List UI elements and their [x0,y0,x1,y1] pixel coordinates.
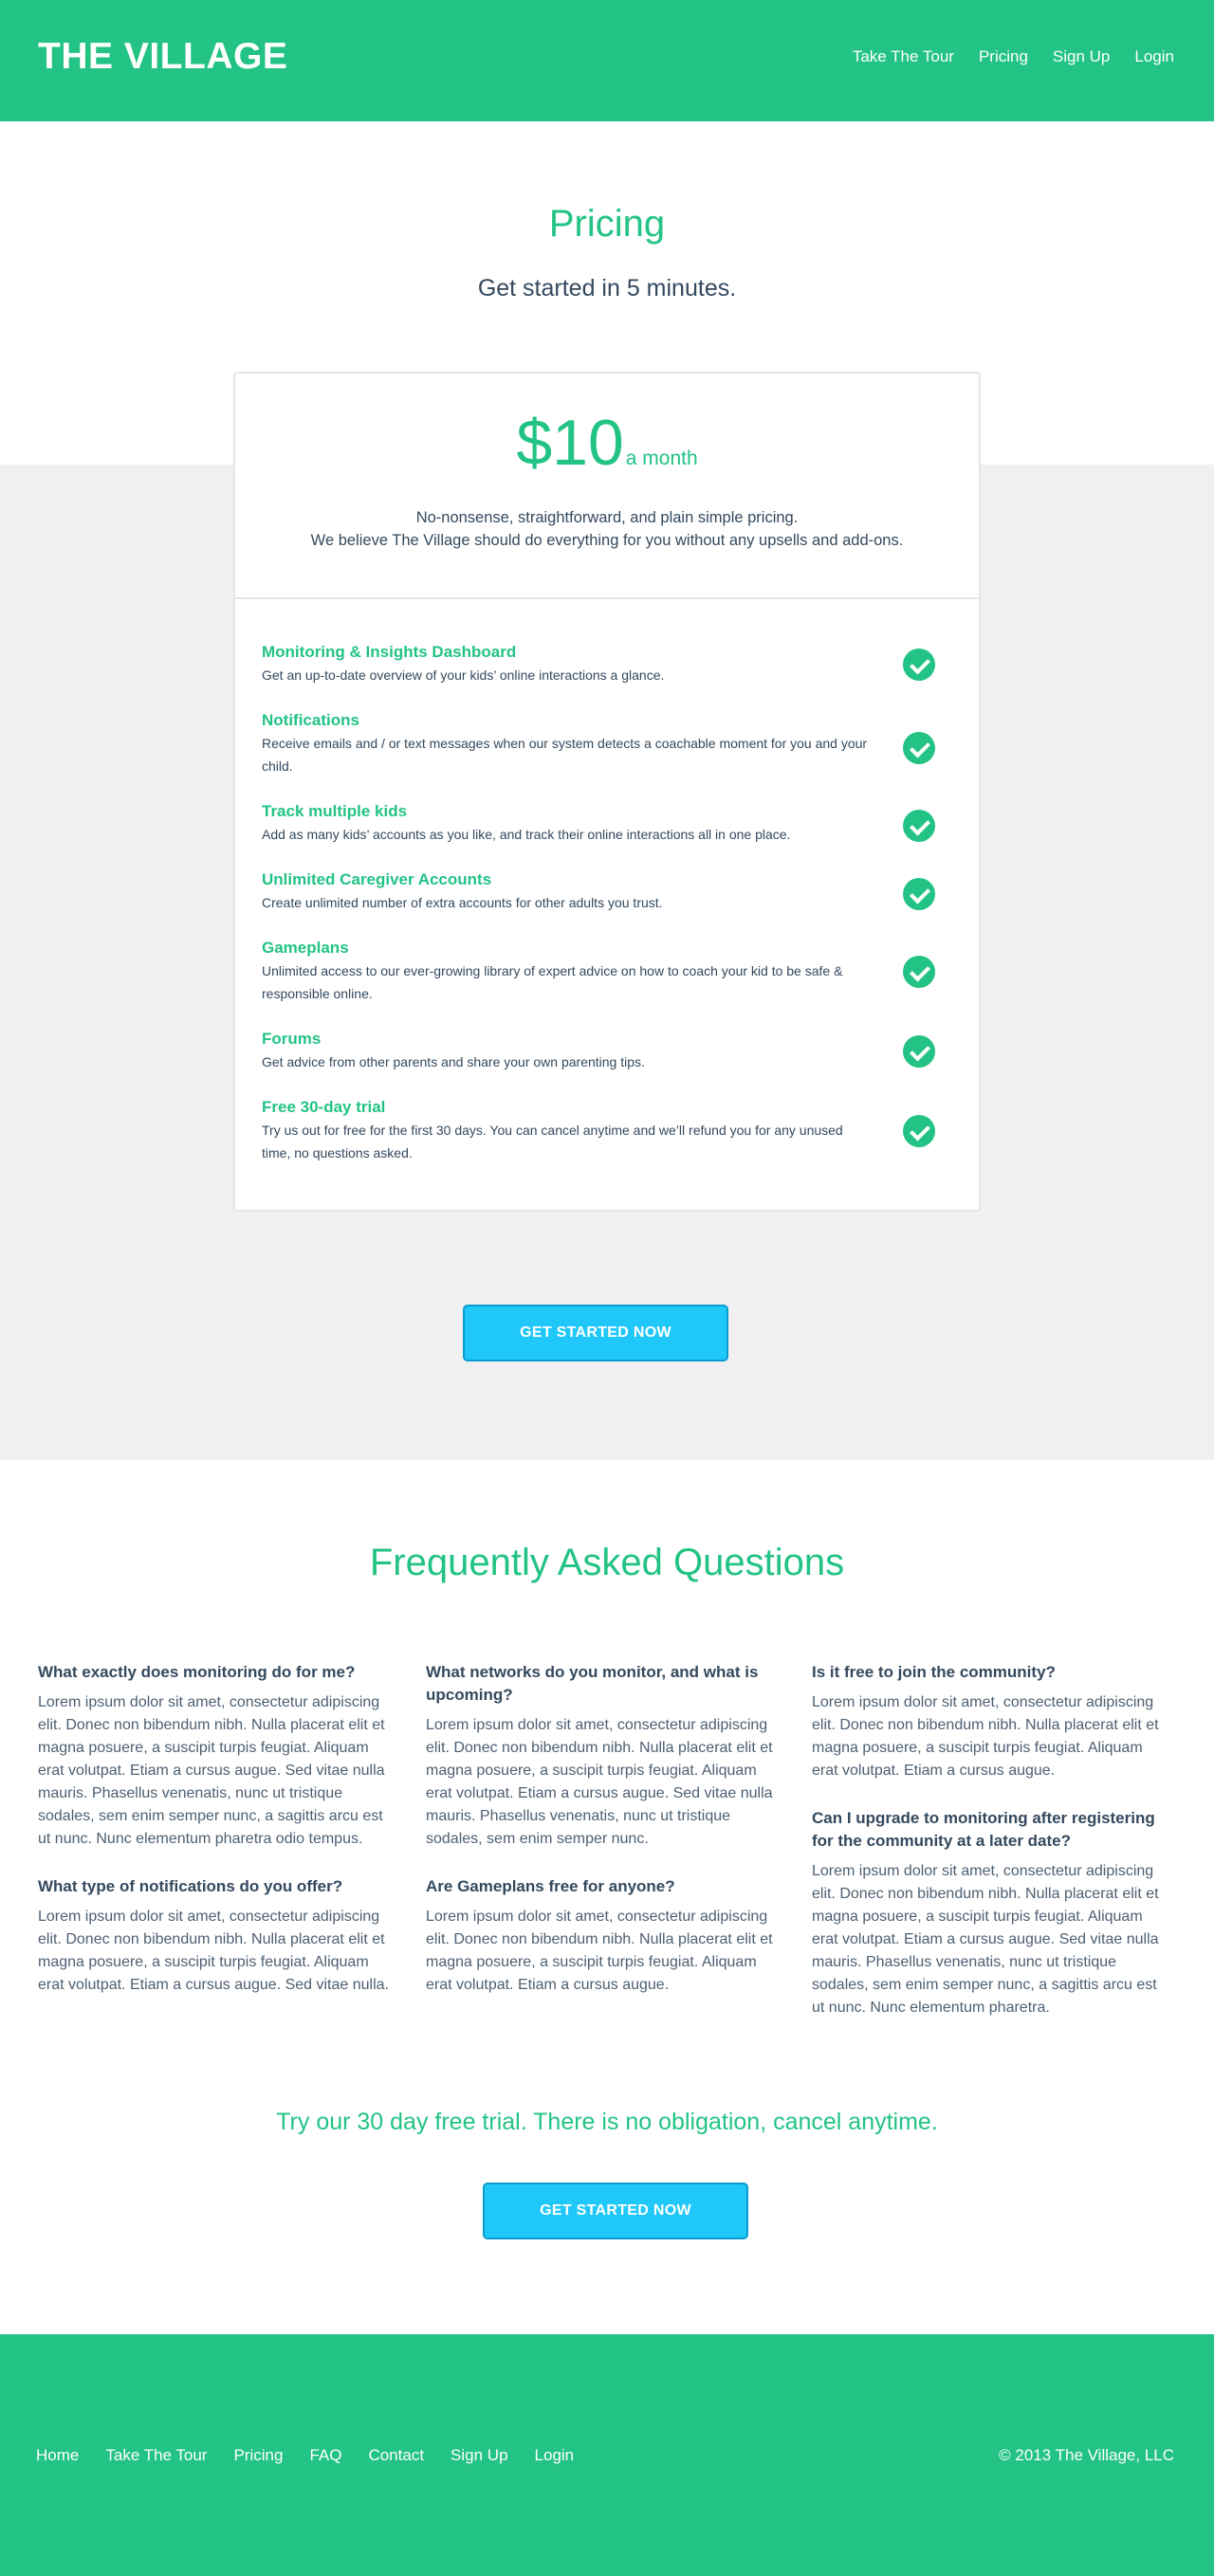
feature-item: Unlimited Caregiver Accounts Create unli… [262,868,956,937]
price-description-line-2: We believe The Village should do everyth… [310,532,904,549]
faq-column-2: What networks do you monitor, and what i… [426,1661,786,2021]
footer-link-home[interactable]: Home [36,2446,79,2465]
feature-item: Track multiple kids Add as many kids’ ac… [262,800,956,868]
feature-title: Notifications [262,711,359,729]
feature-description: Get an up-to-date overview of your kids’… [262,667,665,683]
nav-pricing[interactable]: Pricing [979,47,1028,66]
check-icon [903,1035,935,1068]
footer-link-take-the-tour[interactable]: Take The Tour [105,2446,207,2465]
faq-answer: Lorem ipsum dolor sit amet, consectetur … [426,1717,773,1847]
feature-title: Gameplans [262,939,349,957]
feature-description: Try us out for free for the first 30 day… [262,1123,843,1160]
feature-title: Free 30-day trial [262,1098,386,1116]
footer-link-contact[interactable]: Contact [368,2446,424,2465]
faq-answer: Lorem ipsum dolor sit amet, consectetur … [426,1909,773,1993]
check-icon [903,732,935,764]
nav-sign-up[interactable]: Sign Up [1053,47,1110,66]
price-row: $10a month [235,406,979,480]
feature-description: Receive emails and / or text messages wh… [262,736,868,774]
check-icon [903,878,935,910]
price-period: a month [625,448,698,469]
pricing-title: Pricing [548,203,666,245]
faq-answer: Lorem ipsum dolor sit amet, consectetur … [812,1694,1159,1779]
feature-description: Create unlimited number of extra account… [262,895,663,910]
check-icon [903,956,935,988]
faq-column-3: Is it free to join the community? Lorem … [812,1661,1172,2044]
feature-title: Monitoring & Insights Dashboard [262,643,517,661]
feature-item: Gameplans Unlimited access to our ever-g… [262,937,956,1028]
site-header: THE VILLAGE Take The Tour Pricing Sign U… [0,0,1214,121]
faq-item: What type of notifications do you offer?… [38,1875,398,1997]
copyright-text: © 2013 The Village, LLC [999,2446,1174,2464]
feature-list: Monitoring & Insights Dashboard Get an u… [262,641,956,1187]
feature-description: Get advice from other parents and share … [262,1054,645,1069]
feature-title: Forums [262,1030,322,1048]
feature-item: Notifications Receive emails and / or te… [262,709,956,800]
price-description-line-1: No-nonsense, straightforward, and plain … [415,509,799,526]
feature-item: Monitoring & Insights Dashboard Get an u… [262,641,956,709]
faq-answer: Lorem ipsum dolor sit amet, consectetur … [38,1694,385,1847]
faq-question: Is it free to join the community? [812,1663,1056,1681]
feature-title: Unlimited Caregiver Accounts [262,870,492,888]
nav-login[interactable]: Login [1134,47,1174,66]
footer-link-pricing[interactable]: Pricing [233,2446,283,2465]
footer-link-faq[interactable]: FAQ [309,2446,341,2465]
faq-question: What networks do you monitor, and what i… [426,1663,759,1704]
feature-title: Track multiple kids [262,802,408,820]
feature-description: Add as many kids’ accounts as you like, … [262,827,791,842]
footer-link-login[interactable]: Login [535,2446,575,2465]
faq-item: Can I upgrade to monitoring after regist… [812,1807,1172,2019]
faq-item: What exactly does monitoring do for me? … [38,1661,398,1851]
check-icon [903,1115,935,1147]
price-description: No-nonsense, straightforward, and plain … [235,506,979,552]
faq-question: What exactly does monitoring do for me? [38,1663,356,1681]
pricing-card: $10a month No-nonsense, straightforward,… [233,372,981,1212]
main-nav: Take The Tour Pricing Sign Up Login [853,47,1174,66]
get-started-button-bottom[interactable]: GET STARTED NOW [483,2183,748,2239]
footer-link-sign-up[interactable]: Sign Up [451,2446,507,2465]
faq-question: Are Gameplans free for anyone? [426,1877,675,1895]
pricing-subtitle: Get started in 5 minutes. [477,275,737,301]
site-logo[interactable]: THE VILLAGE [38,36,287,78]
price-amount: $10 [516,407,624,479]
footer-nav: Home Take The Tour Pricing FAQ Contact S… [36,2446,574,2465]
feature-description: Unlimited access to our ever-growing lib… [262,963,843,1001]
feature-item: Free 30-day trial Try us out for free fo… [262,1096,956,1187]
trial-message: Try our 30 day free trial. There is no o… [276,2109,938,2135]
faq-title: Frequently Asked Questions [369,1542,845,1583]
faq-column-1: What exactly does monitoring do for me? … [38,1661,398,2021]
nav-take-the-tour[interactable]: Take The Tour [853,47,954,66]
card-divider [235,597,979,599]
get-started-button[interactable]: GET STARTED NOW [463,1305,728,1361]
check-icon [903,810,935,842]
faq-question: What type of notifications do you offer? [38,1877,343,1895]
faq-item: Is it free to join the community? Lorem … [812,1661,1172,1782]
faq-item: Are Gameplans free for anyone? Lorem ips… [426,1875,786,1997]
faq-answer: Lorem ipsum dolor sit amet, consectetur … [38,1909,389,1993]
check-icon [903,649,935,681]
faq-question: Can I upgrade to monitoring after regist… [812,1809,1155,1850]
site-footer: Home Take The Tour Pricing FAQ Contact S… [0,2334,1214,2576]
feature-item: Forums Get advice from other parents and… [262,1028,956,1096]
faq-answer: Lorem ipsum dolor sit amet, consectetur … [812,1863,1159,2016]
faq-item: What networks do you monitor, and what i… [426,1661,786,1851]
